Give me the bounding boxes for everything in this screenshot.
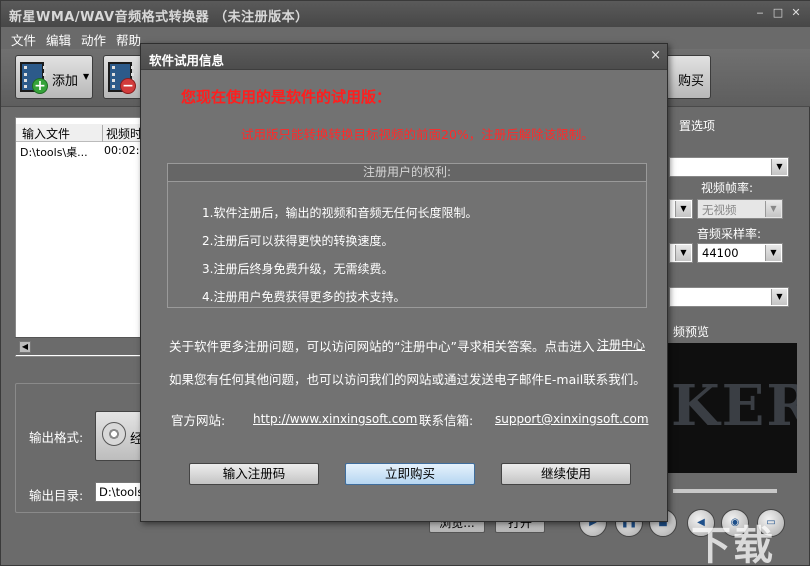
- right-item: 4.注册用户免费获得更多的技术支持。: [202, 290, 406, 304]
- right-item: 1.软件注册后，输出的视频和音频无任何长度限制。: [202, 206, 478, 220]
- enter-registration-code-button[interactable]: 输入注册码: [189, 463, 319, 485]
- settings-combo-top[interactable]: ▼: [669, 157, 789, 177]
- left-combo-2[interactable]: ▼: [669, 243, 693, 263]
- preview-label: 频预览: [673, 325, 710, 339]
- add-button[interactable]: + 添加 ▼: [15, 55, 93, 99]
- scroll-left-icon[interactable]: ◀: [19, 341, 31, 353]
- rights-header: 注册用户的权利:: [168, 164, 646, 182]
- minimize-button[interactable]: ‒: [753, 7, 767, 19]
- seek-bar[interactable]: [673, 489, 777, 493]
- more-info-text: 关于软件更多注册问题，可以访问网站的“注册中心”寻求相关答案。点击进入: [169, 339, 595, 354]
- remove-button[interactable]: −: [103, 55, 143, 99]
- cd-icon: [102, 422, 126, 446]
- minus-icon: −: [120, 78, 136, 94]
- mail-label: 联系信箱:: [419, 413, 474, 428]
- close-button[interactable]: ✕: [789, 7, 803, 19]
- title-bar: 新星WMA/WAV音频格式转换器 （未注册版本） ‒ □ ✕: [1, 1, 810, 27]
- menu-file[interactable]: 文件: [11, 30, 36, 49]
- frame-rate-value: 无视频: [702, 203, 737, 217]
- chevron-down-icon: ▼: [765, 201, 781, 217]
- site-label: 官方网站:: [171, 413, 226, 428]
- chevron-down-icon: ▼: [765, 245, 781, 261]
- right-item: 3.注册后终身免费升级，无需续费。: [202, 262, 394, 276]
- output-dir-label: 输出目录:: [29, 488, 84, 503]
- registration-center-link[interactable]: 注册中心: [597, 336, 645, 353]
- dropdown-arrow-icon: ▼: [83, 72, 90, 81]
- watermark: 下载: [691, 523, 775, 566]
- settings-combo-bottom[interactable]: ▼: [669, 287, 789, 307]
- registered-rights-box: 注册用户的权利: 1.软件注册后，输出的视频和音频无任何长度限制。 2.注册后可…: [167, 163, 647, 308]
- dialog-title-bar: 软件试用信息 ×: [141, 44, 667, 70]
- maximize-button[interactable]: □: [771, 7, 785, 19]
- right-item: 2.注册后可以获得更快的转换速度。: [202, 234, 394, 248]
- preview-frame-text: KER: [671, 373, 797, 439]
- frame-rate-label: 视频帧率:: [701, 181, 754, 195]
- sample-rate-label: 音频采样率:: [697, 227, 762, 241]
- video-preview: KER: [661, 343, 797, 473]
- left-combo-1[interactable]: ▼: [669, 199, 693, 219]
- sample-rate-value: 44100: [702, 246, 739, 260]
- menu-action[interactable]: 动作: [81, 30, 106, 49]
- mail-link[interactable]: support@xinxingsoft.com: [495, 412, 649, 426]
- trial-heading: 您现在使用的是软件的试用版：: [181, 88, 392, 106]
- trial-info-dialog: 软件试用信息 × 您现在使用的是软件的试用版： 试用版只能转换转换目标视频的前面…: [140, 43, 668, 522]
- dialog-title: 软件试用信息: [149, 53, 225, 68]
- settings-section-label: 置选项: [679, 119, 716, 133]
- trial-subheading: 试用版只能转换转换目标视频的前面20%，注册后解除该限制。: [241, 127, 594, 142]
- dialog-close-icon[interactable]: ×: [650, 48, 661, 63]
- chevron-down-icon: ▼: [771, 289, 787, 305]
- add-label: 添加: [52, 74, 79, 89]
- continue-button[interactable]: 继续使用: [501, 463, 631, 485]
- buy-now-button[interactable]: 立即购买: [345, 463, 475, 485]
- site-link[interactable]: http://www.xinxingsoft.com: [253, 412, 417, 426]
- plus-icon: +: [32, 78, 48, 94]
- frame-rate-select[interactable]: 无视频 ▼: [697, 199, 783, 219]
- column-input-file[interactable]: 输入文件: [22, 125, 70, 142]
- contact-text: 如果您有任何其他问题，也可以访问我们的网站或通过发送电子邮件E-mail联系我们…: [169, 372, 646, 387]
- chevron-down-icon: ▼: [675, 245, 691, 261]
- row-file: D:\tools\桌...: [20, 146, 88, 159]
- output-format-label: 输出格式:: [29, 430, 84, 445]
- buy-label: 购买: [678, 74, 705, 89]
- chevron-down-icon: ▼: [675, 201, 691, 217]
- settings-panel: 置选项 ▼ 视频帧率: 无视频 ▼ ▼ 音频采样率: 44100 ▼ ▼ ▼: [657, 115, 797, 315]
- column-duration[interactable]: 视频时: [102, 125, 142, 142]
- chevron-down-icon: ▼: [771, 159, 787, 175]
- sample-rate-select[interactable]: 44100 ▼: [697, 243, 783, 263]
- menu-help[interactable]: 帮助: [116, 30, 141, 49]
- menu-edit[interactable]: 编辑: [46, 30, 71, 49]
- window-title: 新星WMA/WAV音频格式转换器 （未注册版本）: [9, 10, 309, 25]
